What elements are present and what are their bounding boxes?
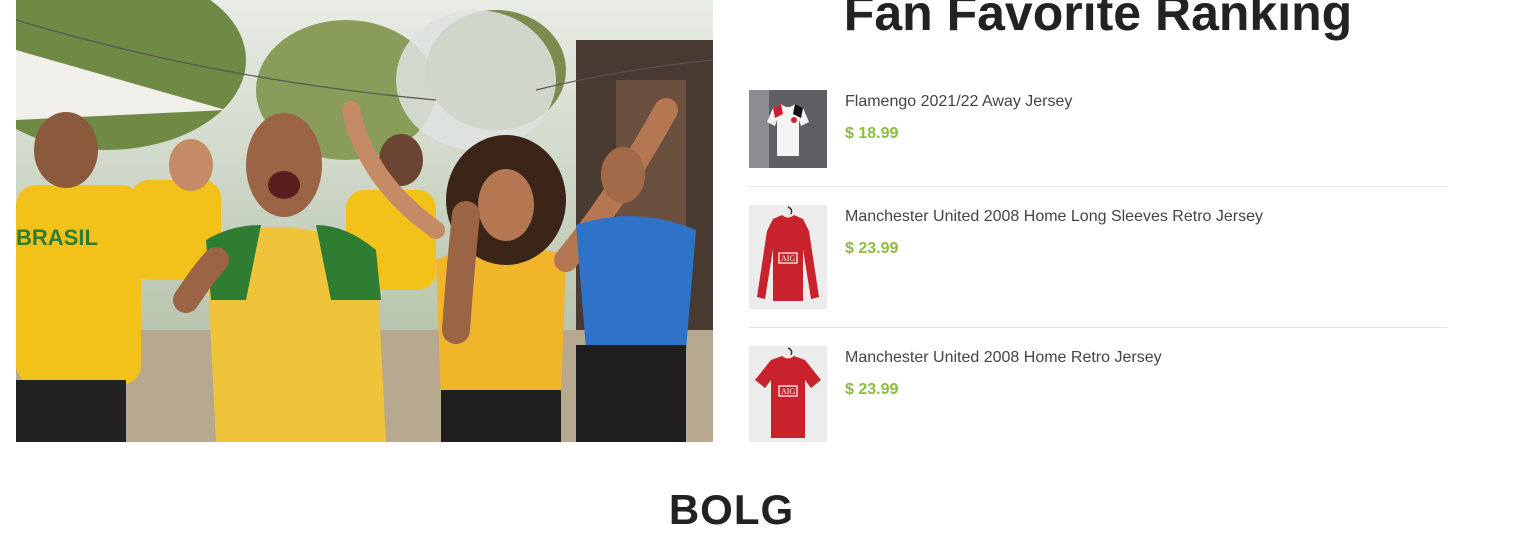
ranking-product-2[interactable]: AIG Manchester United 2008 Home Long Sle…	[749, 205, 1447, 309]
product-name-link[interactable]: Flamengo 2021/22 Away Jersey	[845, 92, 1072, 112]
product-thumbnail[interactable]	[749, 90, 827, 168]
product-name-link[interactable]: Manchester United 2008 Home Retro Jersey	[845, 348, 1162, 368]
jersey-image	[749, 90, 827, 168]
blog-section-title: BOLG	[668, 486, 795, 533]
product-thumbnail[interactable]: AIG	[749, 346, 827, 442]
svg-text:AIG: AIG	[781, 387, 795, 396]
jersey-image: AIG	[749, 346, 827, 442]
product-price: $ 23.99	[845, 240, 899, 257]
fan-favorite-ranking-title: Fan Favorite Ranking	[843, 0, 1353, 41]
product-price: $ 23.99	[845, 381, 899, 398]
svg-text:AIG: AIG	[781, 254, 795, 263]
product-divider	[749, 327, 1447, 328]
ranking-product-1[interactable]: Flamengo 2021/22 Away Jersey $ 18.99	[749, 90, 1447, 168]
product-name-link[interactable]: Manchester United 2008 Home Long Sleeves…	[845, 207, 1263, 227]
product-thumbnail[interactable]: AIG	[749, 205, 827, 309]
fans-celebrating-photo: BRASIL	[16, 0, 713, 442]
hero-banner-image[interactable]: BRASIL	[16, 0, 713, 442]
jersey-image: AIG	[749, 205, 827, 309]
product-divider	[749, 186, 1447, 187]
ranking-product-3[interactable]: AIG Manchester United 2008 Home Retro Je…	[749, 346, 1447, 442]
svg-text:BRASIL: BRASIL	[16, 225, 98, 250]
product-price: $ 18.99	[845, 125, 899, 142]
